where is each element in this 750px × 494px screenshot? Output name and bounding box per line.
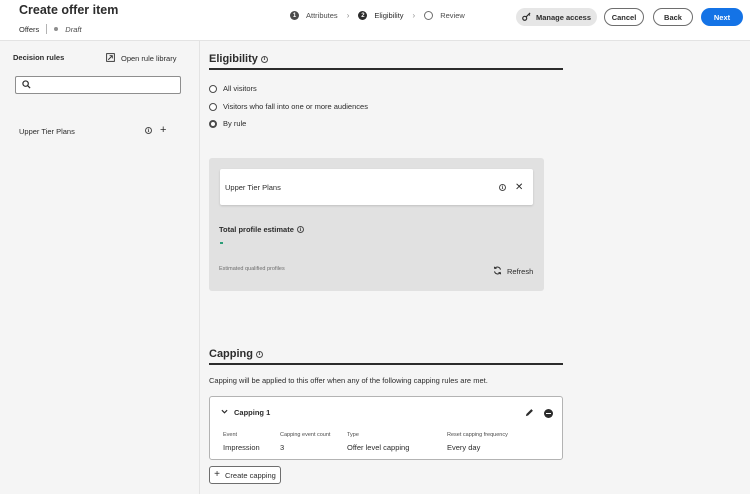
column-header: Reset capping frequency: [447, 432, 508, 438]
radio-circle: [209, 102, 217, 111]
selected-rule-card: Upper Tier Plans ✕: [220, 169, 533, 205]
column-value: 3: [280, 443, 285, 452]
capping-rule-header[interactable]: Capping 1: [221, 408, 270, 417]
search-input[interactable]: [15, 76, 181, 94]
eligibility-title-text: Eligibility: [209, 53, 258, 65]
next-button[interactable]: Next: [701, 8, 743, 26]
refresh-button[interactable]: Refresh: [493, 266, 533, 277]
step-label: Review: [440, 11, 465, 20]
key-icon: [522, 11, 531, 23]
chevron-right-icon: ›: [412, 11, 416, 20]
remove-icon[interactable]: [544, 409, 553, 418]
capping-col-count: Capping event count 3: [280, 432, 330, 452]
search-icon: [22, 79, 31, 91]
open-rule-library-button[interactable]: Open rule library: [106, 53, 176, 64]
panel-title: Decision rules: [13, 53, 65, 62]
total-profile-estimate: Total profile estimate: [219, 225, 304, 234]
divider: [46, 24, 48, 34]
open-library-icon: [106, 53, 115, 64]
manage-access-button[interactable]: Manage access: [516, 8, 597, 26]
manage-access-label: Manage access: [535, 12, 592, 22]
add-icon: +: [214, 469, 220, 480]
radio-label: By rule: [223, 119, 247, 128]
column-value: Offer level capping: [347, 443, 410, 452]
radio-label: Visitors who fall into one or more audie…: [223, 102, 368, 111]
step-review[interactable]: Review: [424, 11, 465, 20]
estimated-qualified-label: Estimated qualified profiles: [219, 266, 285, 272]
section-divider: [209, 363, 563, 365]
chevron-down-icon: [221, 408, 228, 417]
column-header: Event: [223, 432, 238, 438]
step-eligibility[interactable]: 2 Eligibility: [358, 11, 404, 20]
rule-item-label[interactable]: Upper Tier Plans: [19, 127, 75, 136]
stepper: 1 Attributes › 2 Eligibility › Review: [290, 11, 465, 20]
eligibility-title: Eligibility: [209, 53, 268, 65]
step-label: Attributes: [306, 11, 338, 20]
column-header: Capping event count: [280, 432, 331, 438]
section-divider: [209, 68, 563, 70]
edit-icon[interactable]: [525, 408, 534, 419]
column-header: Type: [347, 432, 359, 438]
capping-col-event: Event Impression: [223, 432, 260, 452]
capping-col-type: Type Offer level capping: [347, 432, 409, 452]
step-number: 1: [290, 11, 299, 20]
info-icon[interactable]: [260, 55, 268, 63]
capping-title-text: Capping: [209, 348, 253, 360]
refresh-icon: [493, 266, 502, 277]
info-icon[interactable]: [296, 226, 304, 233]
step-number: [424, 11, 434, 20]
info-icon[interactable]: [145, 127, 152, 134]
radio-audiences[interactable]: Visitors who fall into one or more audie…: [209, 102, 368, 111]
step-label: Eligibility: [374, 11, 404, 20]
status-label: Draft: [65, 24, 82, 34]
capping-rule-card: Capping 1 Event Impression Capping event…: [209, 396, 563, 460]
capping-col-reset: Reset capping frequency Every day: [447, 432, 508, 452]
radio-by-rule[interactable]: By rule: [209, 119, 246, 128]
radio-circle: [209, 84, 217, 93]
estimate-value: [220, 242, 223, 244]
close-icon[interactable]: ✕: [515, 182, 523, 193]
capping-title: Capping: [209, 348, 263, 360]
info-icon[interactable]: [256, 350, 263, 358]
radio-all-visitors[interactable]: All visitors: [209, 84, 257, 93]
chevron-right-icon: ›: [346, 11, 350, 20]
step-attributes[interactable]: 1 Attributes: [290, 11, 338, 20]
back-button[interactable]: Back: [653, 8, 693, 26]
main-content: Eligibility All visitors Visitors who fa…: [201, 41, 750, 494]
create-capping-label: Create capping: [224, 470, 276, 480]
column-value: Impression: [223, 443, 260, 452]
info-icon[interactable]: [499, 184, 506, 191]
open-library-label: Open rule library: [121, 54, 177, 63]
add-icon[interactable]: +: [160, 125, 166, 136]
selected-rule-label: Upper Tier Plans: [225, 183, 281, 192]
capping-rule-name: Capping 1: [234, 408, 271, 417]
decision-rules-panel: Decision rules Open rule library Upper T…: [0, 41, 200, 494]
total-estimate-label: Total profile estimate: [219, 225, 294, 234]
column-value: Every day: [447, 443, 481, 452]
status-dot: [54, 27, 59, 31]
radio-label: All visitors: [223, 84, 257, 93]
subtitle: Offers Draft: [19, 24, 82, 34]
radio-circle-selected: [209, 119, 217, 128]
capping-description: Capping will be applied to this offer wh…: [209, 376, 488, 385]
refresh-label: Refresh: [507, 267, 534, 276]
create-capping-button[interactable]: + Create capping: [209, 466, 281, 484]
page-title: Create offer item: [19, 3, 119, 17]
cancel-button[interactable]: Cancel: [604, 8, 644, 26]
header-bar: Create offer item Offers Draft 1 Attribu…: [0, 0, 750, 41]
step-number: 2: [358, 11, 368, 20]
breadcrumb-offers[interactable]: Offers: [19, 25, 39, 34]
rule-drop-zone: Upper Tier Plans ✕ Total profile estimat…: [209, 158, 544, 291]
